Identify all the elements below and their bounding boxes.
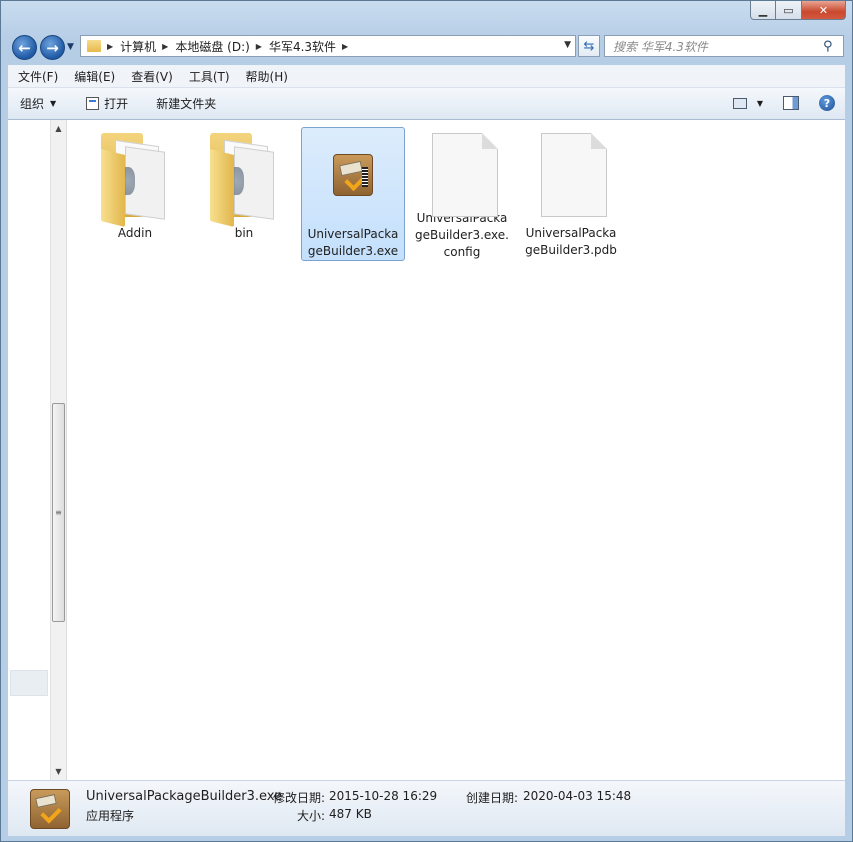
menu-file[interactable]: 文件(F) <box>8 68 64 85</box>
view-options-icon[interactable] <box>732 97 747 109</box>
modified-label: 修改日期: <box>273 791 326 805</box>
toolbar-right: ▼ ? <box>732 95 835 111</box>
folder-icon <box>204 129 284 227</box>
scroll-down-arrow[interactable]: ▼ <box>51 763 66 780</box>
file-item-pdb[interactable]: UniversalPackageBuilder3.pdb <box>519 127 623 261</box>
help-icon[interactable]: ? <box>819 95 835 111</box>
folder-icon <box>87 40 101 52</box>
refresh-icon: ⇆ <box>583 38 595 54</box>
chevron-right-icon: ▶ <box>342 41 349 51</box>
folder-icon <box>95 129 175 227</box>
package-builder-icon <box>313 130 393 222</box>
content-area: ▲ ≡ ▼ Addin bin UniversalPackageBuilder3… <box>8 120 845 780</box>
file-name: UniversalPackageBuilder3.exe <box>307 227 399 258</box>
search-icon[interactable]: ⚲ <box>823 39 839 54</box>
modified-value: 2015-10-28 16:29 <box>329 789 438 803</box>
package-builder-icon <box>30 789 70 829</box>
refresh-button[interactable]: ⇆ <box>578 35 600 57</box>
created-label: 创建日期: <box>466 791 519 805</box>
breadcrumb-computer[interactable]: 计算机 <box>120 38 156 55</box>
details-type: 应用程序 <box>86 809 135 823</box>
explorer-window: ▁ ▭ ✕ ← → ▼ ▶ 计算机 ▶ 本地磁盘 (D:) ▶ 华军4.3软件 … <box>0 0 853 842</box>
menu-bar: 文件(F) 编辑(E) 查看(V) 工具(T) 帮助(H) <box>8 65 845 88</box>
open-button[interactable]: 打开 <box>86 95 128 112</box>
file-name: Addin <box>117 226 153 240</box>
minimize-button[interactable]: ▁ <box>750 1 776 20</box>
new-folder-button[interactable]: 新建文件夹 <box>156 95 216 112</box>
search-input[interactable]: 搜索 华军4.3软件 ⚲ <box>604 35 844 57</box>
back-button[interactable]: ← <box>12 35 37 60</box>
file-item-bin[interactable]: bin <box>192 127 296 261</box>
file-name: UniversalPackageBuilder3.pdb <box>525 226 617 257</box>
scrollbar-thumb[interactable]: ≡ <box>52 403 65 622</box>
details-filename: UniversalPackageBuilder3.exe <box>86 789 283 804</box>
menu-help[interactable]: 帮助(H) <box>236 68 294 85</box>
scroll-up-arrow[interactable]: ▲ <box>51 120 66 137</box>
blank-file-icon <box>531 129 611 221</box>
navigation-pane-scrollbar[interactable]: ▲ ≡ ▼ <box>50 120 67 780</box>
chevron-down-icon: ▼ <box>50 99 57 108</box>
maximize-button[interactable]: ▭ <box>776 1 802 20</box>
organize-button[interactable]: 组织 ▼ <box>20 95 56 112</box>
back-arrow-icon: ← <box>18 38 31 57</box>
menu-edit[interactable]: 编辑(E) <box>64 68 121 85</box>
address-dropdown-button[interactable]: ▼ <box>564 40 571 50</box>
open-icon <box>86 97 100 110</box>
chevron-right-icon: ▶ <box>107 41 114 51</box>
preview-pane-icon[interactable] <box>783 96 799 110</box>
size-value: 487 KB <box>329 807 372 821</box>
command-bar: 组织 ▼ 打开 新建文件夹 ▼ ? <box>8 88 845 120</box>
created-value: 2020-04-03 15:48 <box>523 789 632 803</box>
file-item-addin[interactable]: Addin <box>83 127 187 261</box>
view-dropdown-icon[interactable]: ▼ <box>757 99 763 108</box>
file-list: Addin bin UniversalPackageBuilder3.exe U… <box>67 120 845 780</box>
chevron-right-icon: ▶ <box>255 41 262 51</box>
recent-pages-dropdown[interactable]: ▼ <box>67 42 74 52</box>
address-bar[interactable]: ▶ 计算机 ▶ 本地磁盘 (D:) ▶ 华军4.3软件 ▶ ▼ <box>80 35 576 57</box>
chevron-right-icon: ▶ <box>162 41 169 51</box>
caption-buttons: ▁ ▭ ✕ <box>750 1 846 20</box>
close-button[interactable]: ✕ <box>802 1 846 20</box>
menu-tools[interactable]: 工具(T) <box>179 68 236 85</box>
breadcrumb-folder[interactable]: 华军4.3软件 <box>269 38 336 55</box>
details-pane: UniversalPackageBuilder3.exe 应用程序 修改日期: … <box>8 780 845 836</box>
menu-view[interactable]: 查看(V) <box>121 68 179 85</box>
forward-button[interactable]: → <box>40 35 65 60</box>
size-label: 大小: <box>297 809 326 823</box>
file-name: UniversalPackageBuilder3.exe.config <box>415 211 509 259</box>
navigation-pane-selected-item[interactable] <box>10 670 48 696</box>
forward-arrow-icon: → <box>46 38 59 57</box>
search-placeholder: 搜索 华军4.3软件 <box>613 39 708 54</box>
navigation-bar: ← → ▼ ▶ 计算机 ▶ 本地磁盘 (D:) ▶ 华军4.3软件 ▶ ▼ ⇆ … <box>9 33 845 61</box>
file-item-exe[interactable]: UniversalPackageBuilder3.exe <box>301 127 405 261</box>
blank-file-icon <box>422 129 502 217</box>
file-name: bin <box>234 226 254 240</box>
navigation-pane <box>8 120 50 780</box>
file-item-config[interactable]: UniversalPackageBuilder3.exe.config <box>410 127 514 261</box>
breadcrumb-drive[interactable]: 本地磁盘 (D:) <box>175 38 249 55</box>
